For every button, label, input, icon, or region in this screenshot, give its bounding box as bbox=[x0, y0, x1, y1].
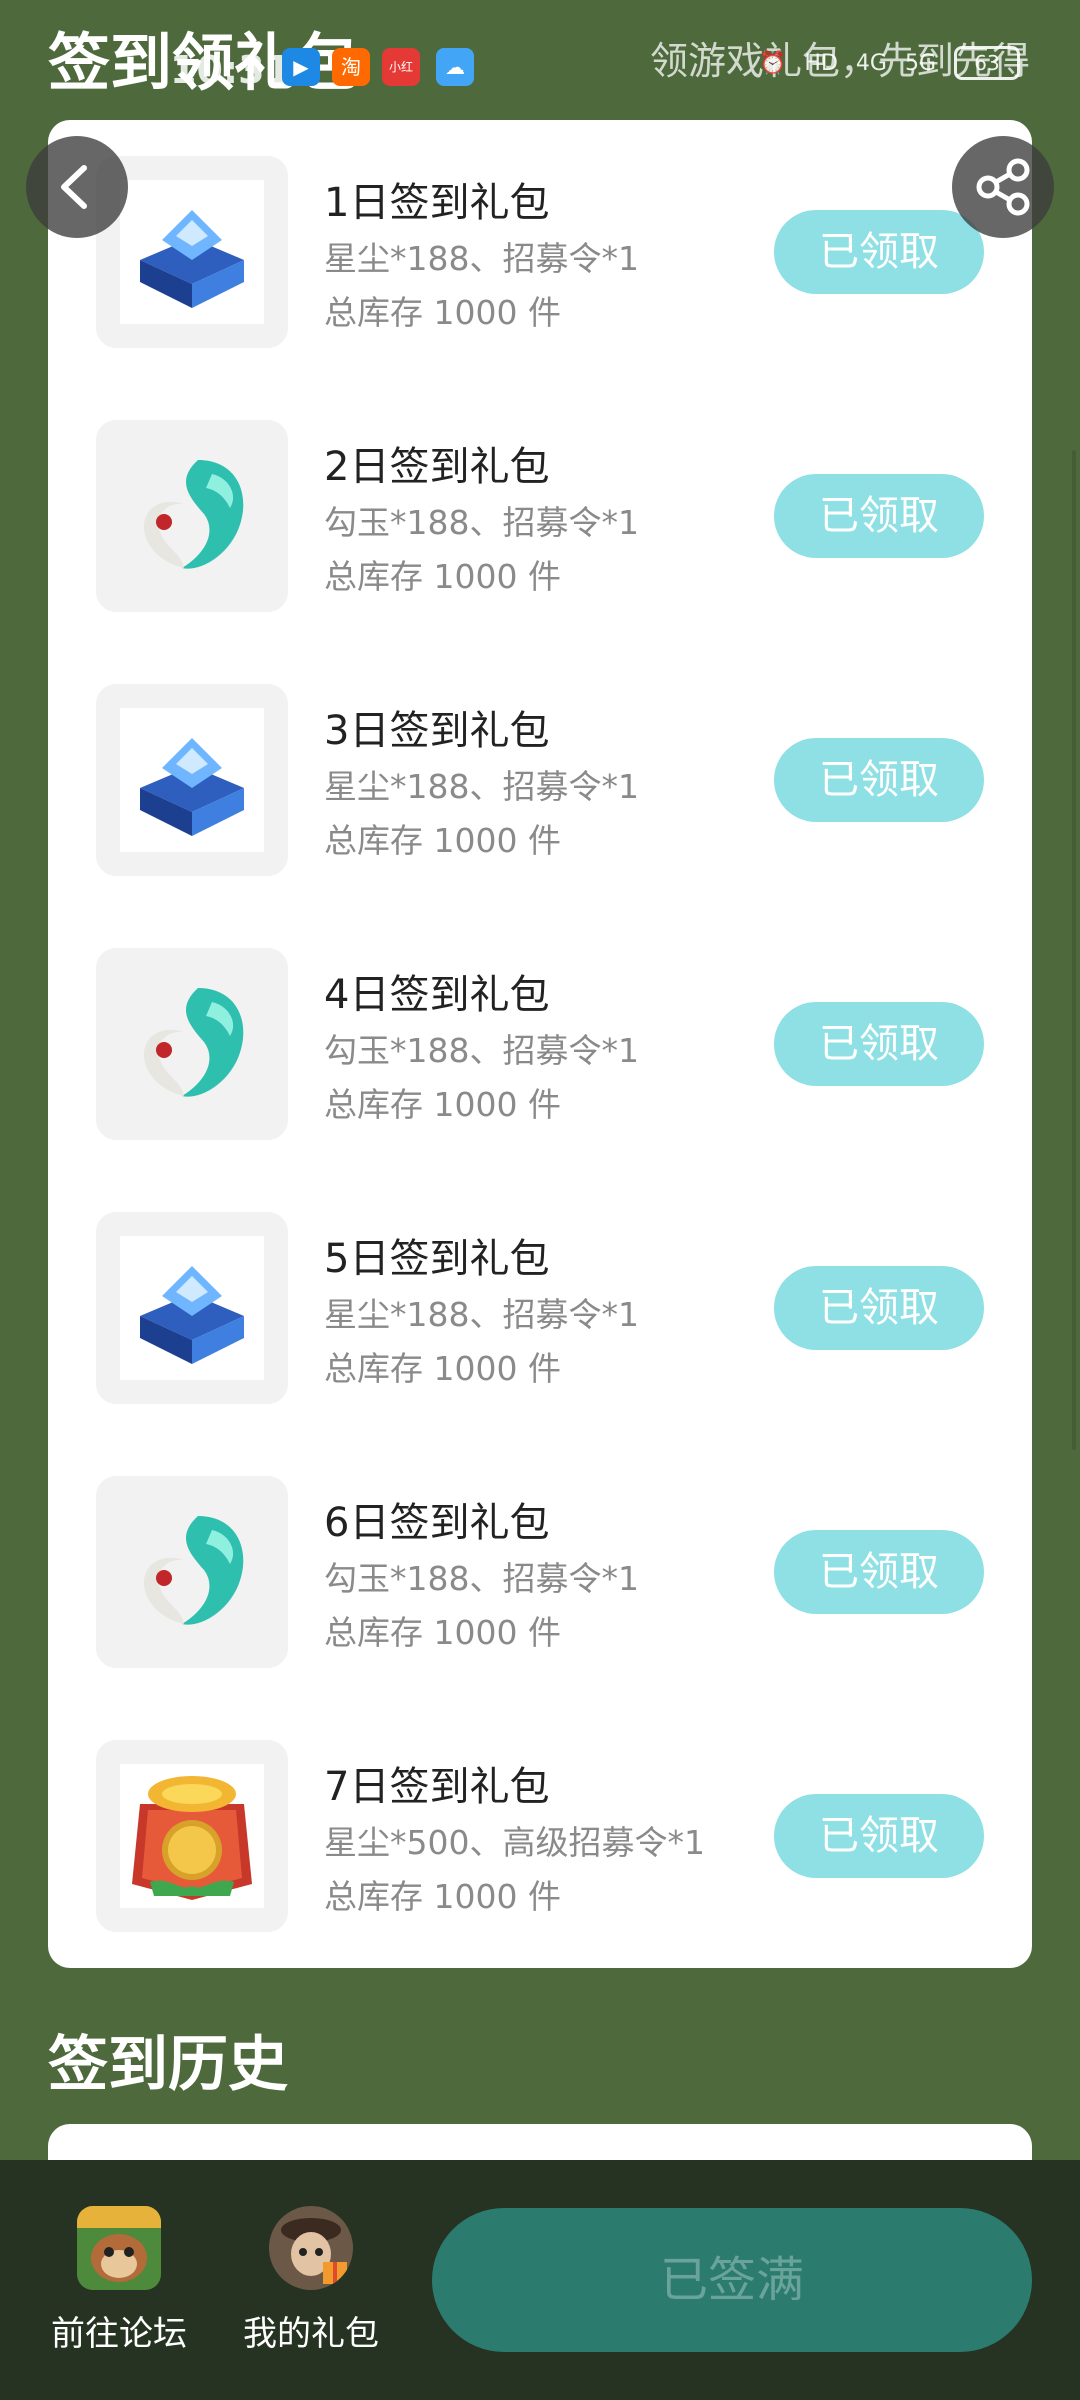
gift-stock: 总库存 1000 件 bbox=[324, 1613, 561, 1652]
page-title: 签到领礼包 bbox=[48, 26, 359, 99]
scrollbar[interactable] bbox=[1072, 450, 1076, 1450]
back-button[interactable] bbox=[26, 136, 128, 238]
gift-description: 星尘*188、招募令*1 bbox=[324, 1295, 639, 1334]
crystal-chest-icon bbox=[120, 180, 264, 324]
claimed-button[interactable]: 已领取 bbox=[774, 1266, 984, 1350]
gift-item: 3日签到礼包 星尘*188、招募令*1 总库存 1000 件 已领取 bbox=[48, 648, 1032, 888]
claimed-button[interactable]: 已领取 bbox=[774, 1530, 984, 1614]
header-hint: 领游戏礼包，先到先得 bbox=[649, 39, 1030, 83]
signin-full-button[interactable]: 已签满 bbox=[432, 2208, 1032, 2352]
gift-name: 7日签到礼包 bbox=[324, 1764, 550, 1810]
gift-description: 星尘*500、高级招募令*1 bbox=[324, 1823, 705, 1862]
my-gifts-icon bbox=[269, 2206, 353, 2290]
gift-item: 2日签到礼包 勾玉*188、招募令*1 总库存 1000 件 已领取 bbox=[48, 384, 1032, 624]
my-gifts-label: 我的礼包 bbox=[243, 2314, 379, 2354]
xiaohongshu-icon: 小红 bbox=[382, 48, 420, 86]
crystal-chest-icon bbox=[120, 708, 264, 852]
gift-item: 4日签到礼包 勾玉*188、招募令*1 总库存 1000 件 已领取 bbox=[48, 912, 1032, 1152]
gift-item: 1日签到礼包 星尘*188、招募令*1 总库存 1000 件 已领取 bbox=[48, 120, 1032, 360]
monkey-king-avatar-icon bbox=[77, 2206, 161, 2290]
gift-thumbnail bbox=[96, 1476, 288, 1668]
share-icon bbox=[976, 158, 1030, 216]
forum-app-icon bbox=[77, 2206, 161, 2290]
magatama-icon bbox=[143, 1516, 244, 1625]
gift-item: 7日签到礼包 星尘*500、高级招募令*1 总库存 1000 件 已领取 bbox=[48, 1704, 1032, 1944]
gift-name: 1日签到礼包 bbox=[324, 180, 550, 226]
magatama-icon bbox=[143, 988, 244, 1097]
gift-thumbnail bbox=[96, 948, 288, 1140]
crystal-chest-icon bbox=[120, 1236, 264, 1380]
gift-stock: 总库存 1000 件 bbox=[324, 821, 561, 860]
claimed-button[interactable]: 已领取 bbox=[774, 474, 984, 558]
gift-item: 6日签到礼包 勾玉*188、招募令*1 总库存 1000 件 已领取 bbox=[48, 1440, 1032, 1680]
gift-thumbnail bbox=[96, 684, 288, 876]
gift-stock: 总库存 1000 件 bbox=[324, 557, 561, 596]
gift-name: 3日签到礼包 bbox=[324, 708, 550, 754]
gift-stock: 总库存 1000 件 bbox=[324, 1349, 561, 1388]
magatama-icon bbox=[143, 460, 244, 569]
gift-name: 2日签到礼包 bbox=[324, 444, 550, 490]
claimed-button[interactable]: 已领取 bbox=[774, 1794, 984, 1878]
claimed-button[interactable]: 已领取 bbox=[774, 1002, 984, 1086]
gift-thumbnail bbox=[96, 420, 288, 612]
gift-name: 6日签到礼包 bbox=[324, 1500, 550, 1546]
gift-stock: 总库存 1000 件 bbox=[324, 1085, 561, 1124]
recruit-seal-icon bbox=[120, 1764, 264, 1908]
gift-thumbnail bbox=[96, 1740, 288, 1932]
share-button[interactable] bbox=[952, 136, 1054, 238]
gift-item: 5日签到礼包 星尘*188、招募令*1 总库存 1000 件 已领取 bbox=[48, 1176, 1032, 1416]
my-gifts-nav-button[interactable]: 我的礼包 bbox=[226, 2206, 396, 2386]
back-arrow-icon bbox=[61, 165, 87, 209]
gift-description: 勾玉*188、招募令*1 bbox=[324, 1559, 639, 1598]
gift-list-card: 1日签到礼包 星尘*188、招募令*1 总库存 1000 件 已领取 2日签到礼… bbox=[48, 120, 1032, 1968]
weather-icon: ☁ bbox=[436, 48, 474, 86]
gift-description: 勾玉*188、招募令*1 bbox=[324, 503, 639, 542]
forum-label: 前往论坛 bbox=[51, 2314, 187, 2354]
history-section-title: 签到历史 bbox=[48, 2030, 288, 2100]
forum-nav-button[interactable]: 前往论坛 bbox=[34, 2206, 204, 2386]
gift-thumbnail bbox=[96, 1212, 288, 1404]
gift-description: 星尘*188、招募令*1 bbox=[324, 239, 639, 278]
gift-description: 勾玉*188、招募令*1 bbox=[324, 1031, 639, 1070]
character-avatar-icon bbox=[269, 2206, 353, 2290]
gift-name: 4日签到礼包 bbox=[324, 972, 550, 1018]
claimed-button[interactable]: 已领取 bbox=[774, 738, 984, 822]
gift-description: 星尘*188、招募令*1 bbox=[324, 767, 639, 806]
bottom-action-bar: 前往论坛 我的礼包 已签满 bbox=[0, 2160, 1080, 2400]
gift-name: 5日签到礼包 bbox=[324, 1236, 550, 1282]
gift-stock: 总库存 1000 件 bbox=[324, 293, 561, 332]
gift-stock: 总库存 1000 件 bbox=[324, 1877, 561, 1916]
